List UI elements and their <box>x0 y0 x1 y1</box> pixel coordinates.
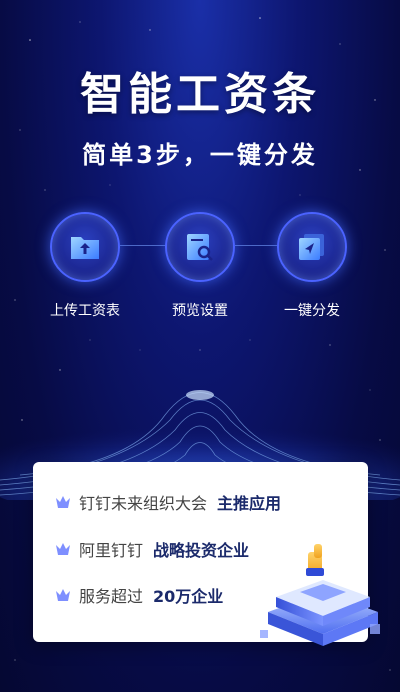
crown-icon <box>56 496 70 508</box>
feature-highlight: 战略投资企业 <box>153 541 250 560</box>
step-circle <box>50 212 120 282</box>
step-circle <box>165 212 235 282</box>
preview-doc-icon <box>187 234 213 261</box>
step-circle <box>277 212 347 282</box>
feature-item: 钉钉未来组织大会 主推应用 <box>55 490 281 514</box>
crown-icon <box>56 589 70 601</box>
feature-text: 服务超过 <box>79 587 144 606</box>
steps-row: 上传工资表 预览设置 一键分发 <box>0 212 400 322</box>
send-icon <box>299 234 324 260</box>
feature-highlight: 主推应用 <box>217 494 282 513</box>
step-preview[interactable]: 预览设置 <box>145 212 255 320</box>
step-send[interactable]: 一键分发 <box>257 212 367 320</box>
thumbs-up-blocks-illustration <box>260 544 380 646</box>
feature-item: 阿里钉钉 战略投资企业 <box>55 537 249 561</box>
feature-item: 服务超过 20万企业 <box>55 583 223 607</box>
page-subtitle: 简单3步，一键分发 <box>82 141 318 169</box>
crown-icon <box>56 543 70 555</box>
feature-highlight: 20万企业 <box>153 587 224 606</box>
step-label: 一键分发 <box>284 303 340 319</box>
step-upload[interactable]: 上传工资表 <box>30 212 140 320</box>
feature-text: 阿里钉钉 <box>79 541 144 560</box>
page-title: 智能工资条 <box>80 69 320 120</box>
step-label: 上传工资表 <box>50 303 120 319</box>
feature-text: 钉钉未来组织大会 <box>79 494 208 513</box>
step-label: 预览设置 <box>172 303 228 319</box>
upload-folder-icon <box>71 237 99 259</box>
